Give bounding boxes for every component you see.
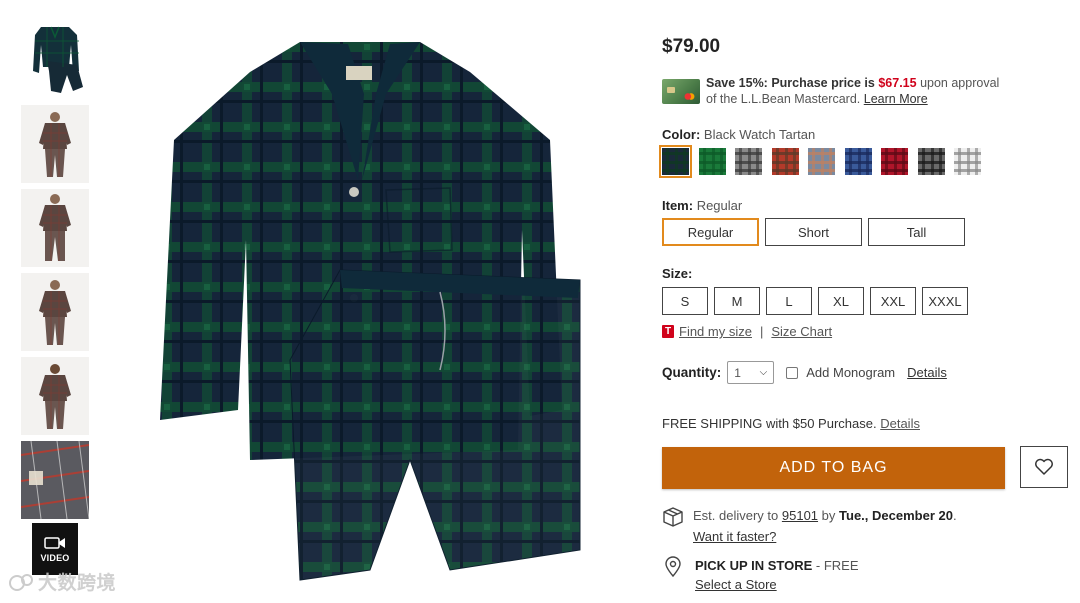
watermark-text: 大数跨境 [38, 573, 117, 594]
learn-more-link[interactable]: Learn More [864, 92, 928, 106]
item-options: Regular Short Tall [662, 218, 971, 246]
promo-line2: of the L.L.Bean Mastercard. [706, 92, 861, 106]
delivery-date: Tue., December 20 [839, 508, 953, 523]
thumbnail-list [21, 21, 89, 525]
thumb-model-front-2[interactable] [21, 189, 89, 267]
location-pin-icon [665, 556, 681, 578]
size-label-row: Size: [662, 266, 692, 281]
pickup-info: PICK UP IN STORE - FREE Select a Store [662, 556, 859, 594]
select-store-link[interactable]: Select a Store [695, 577, 777, 592]
chevron-down-icon: ⌵ [759, 367, 768, 378]
shipping-text: FREE SHIPPING with $50 Purchase. [662, 416, 877, 431]
shipping-details-link[interactable]: Details [880, 416, 920, 431]
wishlist-button[interactable] [1020, 446, 1068, 488]
color-swatch-red-plaid[interactable] [771, 148, 799, 175]
color-swatch-blue-plaid[interactable] [844, 148, 872, 175]
size-option-l[interactable]: L [766, 287, 812, 315]
link-separator: | [759, 324, 764, 339]
main-product-image[interactable] [150, 30, 590, 590]
thumb-flat-pajamas[interactable] [21, 21, 89, 99]
thumb-model-front[interactable] [21, 105, 89, 183]
quantity-label: Quantity: [662, 365, 722, 380]
find-my-size-link[interactable]: Find my size [679, 324, 752, 339]
item-option-tall[interactable]: Tall [868, 218, 965, 246]
color-swatch-red[interactable] [881, 148, 908, 175]
color-swatch-blue-gray-plaid[interactable] [808, 148, 835, 175]
color-label-row: Color: Black Watch Tartan [662, 127, 815, 142]
delivery-info: Est. delivery to 95101 by Tue., December… [662, 505, 957, 547]
quantity-value: 1 [734, 365, 741, 380]
size-option-xxl[interactable]: XXL [870, 287, 916, 315]
delivery-zip-link[interactable]: 95101 [782, 508, 818, 523]
quantity-select[interactable]: 1 ⌵ [727, 361, 775, 384]
package-icon [663, 507, 683, 527]
size-links: T Find my size | Size Chart [662, 324, 832, 339]
size-option-xxxl[interactable]: XXXL [922, 287, 968, 315]
color-value: Black Watch Tartan [703, 127, 816, 142]
monogram-label: Add Monogram [806, 365, 896, 380]
product-price: $79.00 [662, 36, 721, 57]
delivery-prefix: Est. delivery to [693, 508, 779, 523]
color-label: Color: [662, 127, 701, 142]
promo-purchase-price: $67.15 [878, 76, 917, 90]
heart-icon [1035, 458, 1053, 475]
pickup-title: PICK UP IN STORE [695, 558, 813, 573]
thumb-model-side[interactable] [21, 273, 89, 351]
credit-card-icon [662, 79, 700, 104]
item-value: Regular [696, 198, 743, 213]
item-label-row: Item: Regular [662, 198, 742, 213]
monogram-details-link[interactable]: Details [907, 365, 947, 380]
size-options: S M L XL XXL XXXL [662, 287, 974, 315]
size-option-m[interactable]: M [714, 287, 760, 315]
thumb-model-back[interactable] [21, 357, 89, 435]
video-label: VIDEO [40, 553, 70, 563]
card-promo: Save 15%: Purchase price is $67.15 upon … [662, 75, 1042, 107]
size-option-xl[interactable]: XL [818, 287, 864, 315]
item-option-short[interactable]: Short [765, 218, 862, 246]
thumb-fabric-closeup[interactable] [21, 441, 89, 519]
color-swatch-gray-plaid[interactable] [735, 148, 762, 175]
size-chart-link[interactable]: Size Chart [771, 324, 832, 339]
promo-tail: upon approval [920, 76, 1000, 90]
pickup-suffix: - FREE [815, 558, 859, 573]
quantity-row: Quantity: 1 ⌵ Add Monogram Details [662, 361, 947, 384]
color-swatch-white-plaid[interactable] [954, 148, 981, 175]
watermark: 大数跨境 [8, 568, 116, 595]
size-option-s[interactable]: S [662, 287, 708, 315]
add-to-bag-button[interactable]: ADD TO BAG [662, 447, 1005, 489]
size-label: Size: [662, 266, 693, 281]
color-swatch-green[interactable] [698, 148, 726, 175]
color-swatch-charcoal-plaid[interactable] [917, 148, 945, 175]
color-swatches [659, 145, 991, 178]
want-it-faster-link[interactable]: Want it faster? [693, 529, 776, 544]
watermark-logo-icon [9, 573, 33, 591]
promo-save-text: Save 15%: Purchase price is [706, 76, 875, 90]
video-camera-icon [44, 537, 65, 549]
item-option-regular[interactable]: Regular [662, 218, 759, 246]
shipping-info: FREE SHIPPING with $50 Purchase. Details [662, 416, 920, 431]
delivery-by: by [821, 508, 836, 523]
monogram-checkbox[interactable] [786, 366, 799, 379]
color-swatch-black-watch-tartan[interactable] [659, 145, 692, 178]
item-label: Item: [662, 198, 694, 213]
true-fit-icon: T [662, 325, 674, 338]
